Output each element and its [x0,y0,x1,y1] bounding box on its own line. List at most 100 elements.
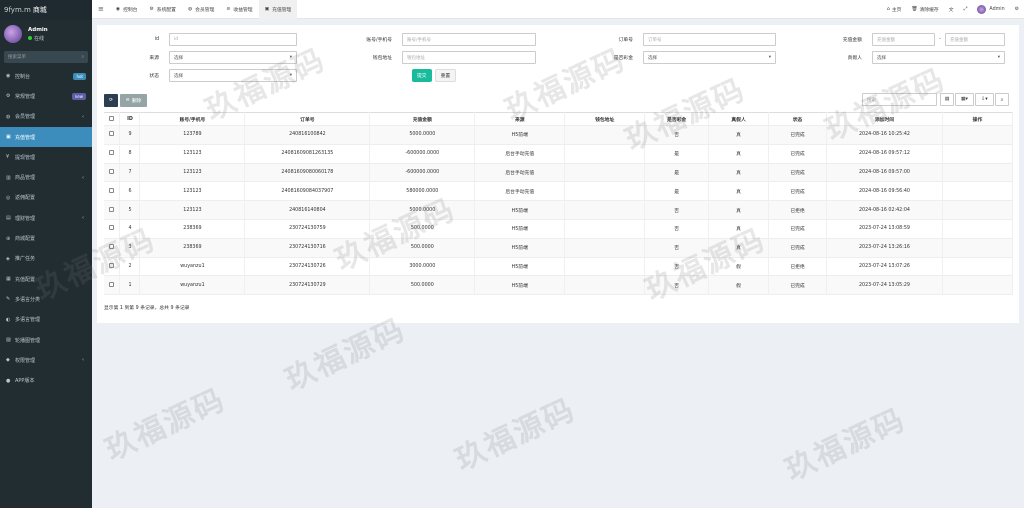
table-cell: 2023-07-24 13:07:26 [826,257,943,277]
amount-max-input[interactable]: 充值金额 [945,33,1005,46]
tab-4[interactable]: ▣ 充值管理 [258,0,298,19]
table-search-input[interactable]: 搜索 [862,93,937,106]
dashboard-icon: ◉ [6,73,11,80]
sidebar-item-label: 推广任务 [15,256,36,263]
table-cell: 230724130759 [244,219,371,239]
clear-cache-button[interactable]: 🗑 清除缓存 [906,6,943,13]
lang-icon: ◐ [6,316,11,323]
sidebar-item-12[interactable]: ◐ 多语言管理 [0,310,92,330]
sidebar-item-13[interactable]: ▨ 轮播图管理 [0,330,92,350]
tab-label: 系统配置 [156,7,176,13]
avatar [4,25,22,43]
table-row: 9 123789 240816100842 5000.0000 H5前端 否真已完成 202… [104,125,1014,145]
sidebar-item-label: APP版本 [15,378,35,385]
row-actions[interactable] [942,257,1014,277]
table-cell: H5前端 [474,219,566,239]
row-checkbox[interactable] [109,206,115,212]
sidebar-item-15[interactable]: ● APP版本 [0,370,92,390]
row-checkbox[interactable] [109,168,115,174]
search-icon[interactable]: ⌕ [995,93,1009,106]
row-checkbox[interactable] [109,281,115,287]
search-icon[interactable]: ⌕ [81,54,84,60]
table-cell [564,200,646,220]
user-name: Admin [28,26,48,33]
tab-2[interactable]: ◍ 会员管理 [182,0,220,19]
tab-3[interactable]: ⊘ 收益管理 [220,0,258,19]
sidebar-item-8[interactable]: ⊕ 商城配置 [0,228,92,248]
row-checkbox[interactable] [109,225,115,231]
row-checkbox[interactable] [109,244,115,250]
row-actions[interactable] [942,275,1014,296]
table-cell: 123123 [139,181,246,202]
sidebar-search[interactable]: 搜索菜单 ⌕ [4,51,88,63]
source-select[interactable]: 选择 ▾ [169,51,297,64]
sidebar-item-label: 控制台 [15,73,31,80]
columns-icon[interactable]: ▦▾ [955,93,974,106]
row-actions[interactable] [942,181,1014,202]
status-select[interactable]: 选择 ▾ [169,69,297,82]
row-checkbox[interactable] [109,150,115,156]
brand[interactable]: 9fym.m 商城 [0,0,92,20]
sidebar-item-5[interactable]: ▥ 商品管理 ‹ [0,167,92,187]
fullscreen-icon[interactable]: ⤢ [959,6,973,12]
table-cell: 230724130716 [244,238,371,258]
row-actions[interactable] [942,125,1014,145]
promo-icon: ◈ [6,255,10,262]
avatar [977,4,987,14]
table-cell: 123123 [139,144,246,164]
wallet-input[interactable]: 钱包地址 [402,51,536,64]
refresh-button[interactable]: ⟳ [104,94,118,107]
sidebar-item-3[interactable]: ▣ 充值管理 [0,126,92,148]
column-header[interactable] [104,112,121,126]
toggle-view-icon[interactable]: ▤ [940,93,954,106]
sidebar-item-10[interactable]: ▦ 充值配置 [0,269,92,289]
export-icon[interactable]: ⇩▾ [975,93,994,106]
amount-min-input[interactable]: 充值金额 [872,33,935,46]
row-checkbox[interactable] [109,131,115,137]
tab-0[interactable]: ◉ 控制台 [110,0,144,19]
sidebar-item-0[interactable]: ◉ 控制台 hot [0,66,92,86]
row-actions[interactable] [942,238,1014,258]
chevron-down-icon: ▾ [289,55,292,60]
table-cell: 否 [644,125,710,145]
sidebar-item-label: 充值配置 [15,276,36,283]
tab-1[interactable]: ⚙ 系统配置 [143,0,182,19]
sidebar-item-2[interactable]: ◍ 会员管理 ‹ [0,107,92,127]
sidebar-item-4[interactable]: ¥ 提现管理 [0,147,92,167]
table-row: 6 123123 240816090840379​07 580000.0000 后台手动… [104,181,1014,202]
auditor-select[interactable]: 选择 ▾ [872,51,1005,64]
bonus-select[interactable]: 选择 ▾ [643,51,776,64]
table-cell: 500.0000 [369,219,476,239]
settings-icon[interactable]: ⚙ [1010,7,1024,12]
sidebar-item-7[interactable]: ▤ 理财管理 ‹ [0,208,92,228]
row-checkbox[interactable] [109,262,115,268]
translate-icon[interactable]: 文 [944,6,959,13]
menu-toggle-icon[interactable]: ≡ [92,5,110,13]
admin-menu[interactable]: Admin [972,4,1009,14]
row-checkbox[interactable] [109,187,115,193]
delete-button[interactable]: ⊖ 删除 [120,94,147,107]
sidebar-search-input[interactable]: 搜索菜单 [8,54,26,60]
table-cell: 已完成 [768,144,828,164]
watermark-text: 玖福源码 [780,402,911,489]
sidebar-item-6[interactable]: ◎ 返佣配置 [0,188,92,208]
submit-button[interactable]: 提交 [412,69,432,82]
table-cell: 真 [708,219,770,239]
sidebar-item-11[interactable]: ✎ 多语言分类 [0,289,92,309]
column-header: 充值金额 [369,112,476,126]
sidebar-item-1[interactable]: ⚙ 常规管理 new [0,86,92,106]
sidebar-item-9[interactable]: ◈ 推广任务 [0,249,92,269]
row-actions[interactable] [942,219,1014,239]
reset-button[interactable]: 重置 [434,69,457,82]
home-link[interactable]: ⌂ 主页 [882,6,907,13]
order-input[interactable]: 订单号 [643,33,776,46]
brand-watermark: 9fym.m [4,6,31,14]
id-input[interactable]: id [169,33,297,46]
row-actions[interactable] [942,144,1014,164]
account-input[interactable]: 账号/手机号 [402,33,536,46]
row-actions[interactable] [942,200,1014,220]
sidebar-item-14[interactable]: ◆ 权限管理 ‹ [0,350,92,370]
amount-label: 充值金额 [842,38,862,43]
row-actions[interactable] [942,163,1014,183]
select-all-checkbox[interactable] [109,115,115,121]
